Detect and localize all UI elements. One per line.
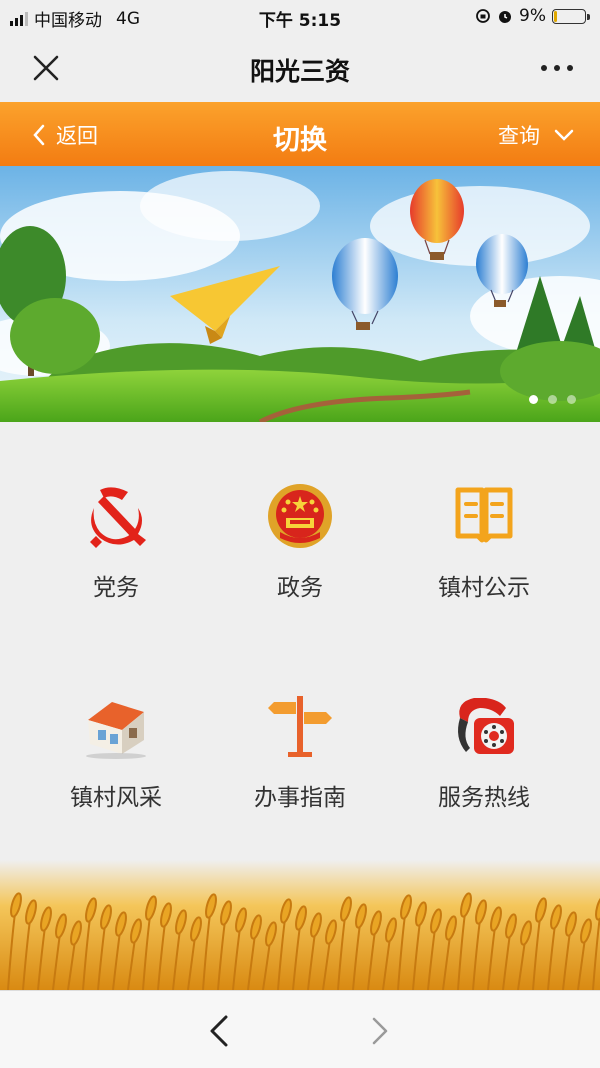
book-icon [455,487,513,543]
alarm-icon [499,11,512,23]
nav-forward-icon[interactable] [360,1011,400,1051]
rotation-lock-icon [476,9,490,23]
tile-label: 服务热线 [438,785,530,811]
banner-carousel[interactable] [0,166,600,422]
carousel-dot[interactable] [529,395,538,404]
carousel-dots [529,395,576,404]
carousel-dot[interactable] [567,395,576,404]
tile-service-guide[interactable]: 办事指南 [200,632,400,832]
query-dropdown[interactable]: 查询 [498,120,574,150]
house-icon [86,702,146,759]
status-right: 9% [475,6,590,26]
battery-percent: 9% [519,6,546,26]
tile-service-hotline[interactable]: 服务热线 [384,632,584,832]
banner-image [0,166,600,422]
page-title: 阳光三资 [249,57,350,86]
orange-header: 返回 切换 查询 [0,102,600,166]
national-emblem-icon [268,484,332,548]
status-bar: 中国移动 4G 下午 5:15 9% [0,0,600,34]
party-emblem-icon [90,487,146,548]
signpost-icon [268,696,332,757]
browser-bottom-bar [0,990,600,1068]
tile-village-notice[interactable]: 镇村公示 [384,422,584,622]
tile-label: 镇村公示 [438,575,530,601]
telephone-icon [458,698,514,754]
tile-label: 党务 [93,575,139,601]
wheat-decoration [0,860,600,990]
more-icon[interactable] [540,64,574,72]
tile-party-affairs[interactable]: 党务 [16,422,216,622]
battery-icon [552,8,590,24]
chevron-down-icon [554,129,574,141]
tile-label: 政务 [277,575,323,601]
nav-bar: 阳光三资 [0,34,600,102]
wheat-image [0,860,600,990]
carousel-dot[interactable] [548,395,557,404]
tile-label: 镇村风采 [70,785,162,811]
service-grid: 党务 政务 镇村公示 镇村风采 办事指南 服务热线 [0,422,600,882]
nav-back-icon[interactable] [200,1011,240,1051]
tile-label: 办事指南 [254,785,346,811]
tile-government-affairs[interactable]: 政务 [200,422,400,622]
tile-village-style[interactable]: 镇村风采 [16,632,216,832]
query-label: 查询 [498,124,540,148]
